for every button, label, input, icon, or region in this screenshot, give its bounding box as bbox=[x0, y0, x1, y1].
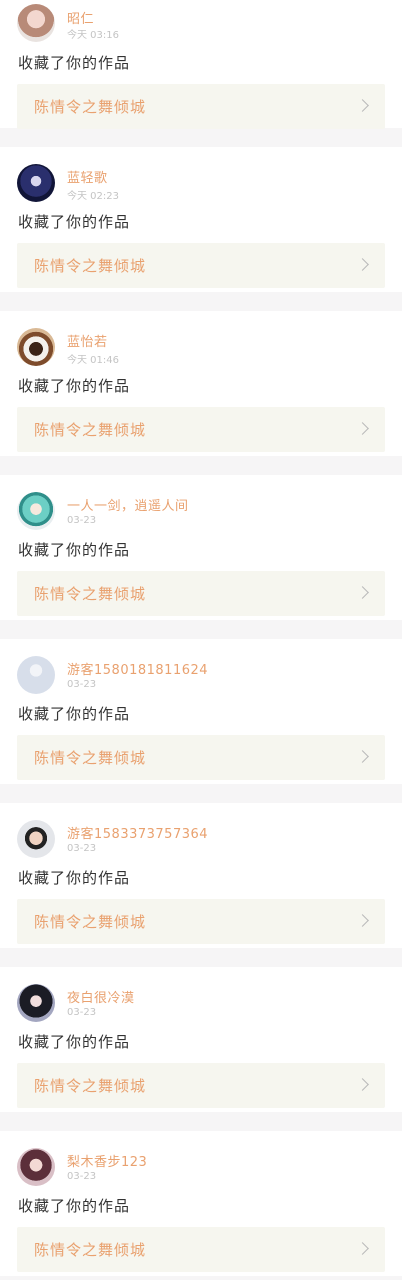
work-link[interactable]: 陈情令之舞倾城 bbox=[17, 735, 385, 780]
notification-card: 夜白很冷漠 03-23 收藏了你的作品 陈情令之舞倾城 bbox=[0, 967, 402, 1112]
post-time: 03-23 bbox=[67, 843, 97, 854]
user-avatar-image bbox=[17, 984, 55, 1022]
work-title: 陈情令之舞倾城 bbox=[34, 1077, 147, 1095]
action-text: 收藏了你的作品 bbox=[18, 377, 131, 395]
work-link[interactable]: 陈情令之舞倾城 bbox=[17, 899, 385, 944]
user-name[interactable]: 游客1580181811624 bbox=[67, 659, 208, 678]
work-link[interactable]: 陈情令之舞倾城 bbox=[17, 243, 385, 288]
work-link[interactable]: 陈情令之舞倾城 bbox=[17, 571, 385, 616]
post-time: 03-23 bbox=[67, 1007, 97, 1018]
action-text: 收藏了你的作品 bbox=[18, 1033, 131, 1051]
user-avatar-image bbox=[17, 164, 55, 202]
work-title: 陈情令之舞倾城 bbox=[34, 421, 147, 439]
chevron-right-icon bbox=[356, 1242, 369, 1255]
avatar[interactable] bbox=[17, 984, 55, 1022]
action-text: 收藏了你的作品 bbox=[18, 705, 131, 723]
notification-card: 蓝轻歌 今天 02:23 收藏了你的作品 陈情令之舞倾城 bbox=[0, 147, 402, 292]
user-name[interactable]: 昭仁 bbox=[67, 8, 94, 27]
user-name[interactable]: 一人一剑，逍遥人间 bbox=[67, 495, 189, 514]
chevron-right-icon bbox=[356, 258, 369, 271]
user-avatar-image bbox=[17, 492, 55, 530]
post-time: 今天 01:46 bbox=[67, 355, 119, 366]
notification-card: 昭仁 今天 03:16 收藏了你的作品 陈情令之舞倾城 bbox=[0, 0, 402, 129]
post-time: 03-23 bbox=[67, 515, 97, 526]
notification-card: 蓝怡若 今天 01:46 收藏了你的作品 陈情令之舞倾城 bbox=[0, 311, 402, 456]
avatar[interactable] bbox=[17, 820, 55, 858]
post-time: 03-23 bbox=[67, 1171, 97, 1182]
chevron-right-icon bbox=[356, 422, 369, 435]
default-avatar-icon bbox=[17, 656, 55, 694]
notification-card: 游客1580181811624 03-23 收藏了你的作品 陈情令之舞倾城 bbox=[0, 639, 402, 784]
user-avatar-image bbox=[17, 820, 55, 858]
user-avatar-image bbox=[17, 1148, 55, 1186]
action-text: 收藏了你的作品 bbox=[18, 54, 131, 72]
user-name[interactable]: 蓝轻歌 bbox=[67, 167, 108, 186]
work-title: 陈情令之舞倾城 bbox=[34, 257, 147, 275]
user-name[interactable]: 游客1583373757364 bbox=[67, 823, 208, 842]
avatar[interactable] bbox=[17, 1148, 55, 1186]
avatar[interactable] bbox=[17, 164, 55, 202]
work-title: 陈情令之舞倾城 bbox=[34, 98, 147, 116]
chevron-right-icon bbox=[356, 914, 369, 927]
notification-card: 游客1583373757364 03-23 收藏了你的作品 陈情令之舞倾城 bbox=[0, 803, 402, 948]
chevron-right-icon bbox=[356, 1078, 369, 1091]
user-avatar-image bbox=[17, 328, 55, 366]
work-link[interactable]: 陈情令之舞倾城 bbox=[17, 407, 385, 452]
work-link[interactable]: 陈情令之舞倾城 bbox=[17, 84, 385, 129]
avatar[interactable] bbox=[17, 328, 55, 366]
user-name[interactable]: 蓝怡若 bbox=[67, 331, 108, 350]
avatar[interactable] bbox=[17, 492, 55, 530]
avatar[interactable] bbox=[17, 4, 55, 42]
user-avatar-image bbox=[17, 4, 55, 42]
avatar[interactable] bbox=[17, 656, 55, 694]
action-text: 收藏了你的作品 bbox=[18, 541, 131, 559]
work-title: 陈情令之舞倾城 bbox=[34, 585, 147, 603]
work-title: 陈情令之舞倾城 bbox=[34, 749, 147, 767]
notification-card: 梨木香步123 03-23 收藏了你的作品 陈情令之舞倾城 bbox=[0, 1131, 402, 1276]
notification-card: 一人一剑，逍遥人间 03-23 收藏了你的作品 陈情令之舞倾城 bbox=[0, 475, 402, 620]
user-name[interactable]: 梨木香步123 bbox=[67, 1151, 147, 1170]
post-time: 今天 02:23 bbox=[67, 191, 119, 202]
user-name[interactable]: 夜白很冷漠 bbox=[67, 987, 135, 1006]
post-time: 今天 03:16 bbox=[67, 30, 119, 41]
action-text: 收藏了你的作品 bbox=[18, 213, 131, 231]
chevron-right-icon bbox=[356, 586, 369, 599]
notification-feed: 昭仁 今天 03:16 收藏了你的作品 陈情令之舞倾城 蓝轻歌 今天 02:23… bbox=[0, 0, 402, 1276]
post-time: 03-23 bbox=[67, 679, 97, 690]
chevron-right-icon bbox=[356, 99, 369, 112]
work-link[interactable]: 陈情令之舞倾城 bbox=[17, 1063, 385, 1108]
chevron-right-icon bbox=[356, 750, 369, 763]
work-title: 陈情令之舞倾城 bbox=[34, 913, 147, 931]
action-text: 收藏了你的作品 bbox=[18, 1197, 131, 1215]
work-title: 陈情令之舞倾城 bbox=[34, 1241, 147, 1259]
work-link[interactable]: 陈情令之舞倾城 bbox=[17, 1227, 385, 1272]
action-text: 收藏了你的作品 bbox=[18, 869, 131, 887]
